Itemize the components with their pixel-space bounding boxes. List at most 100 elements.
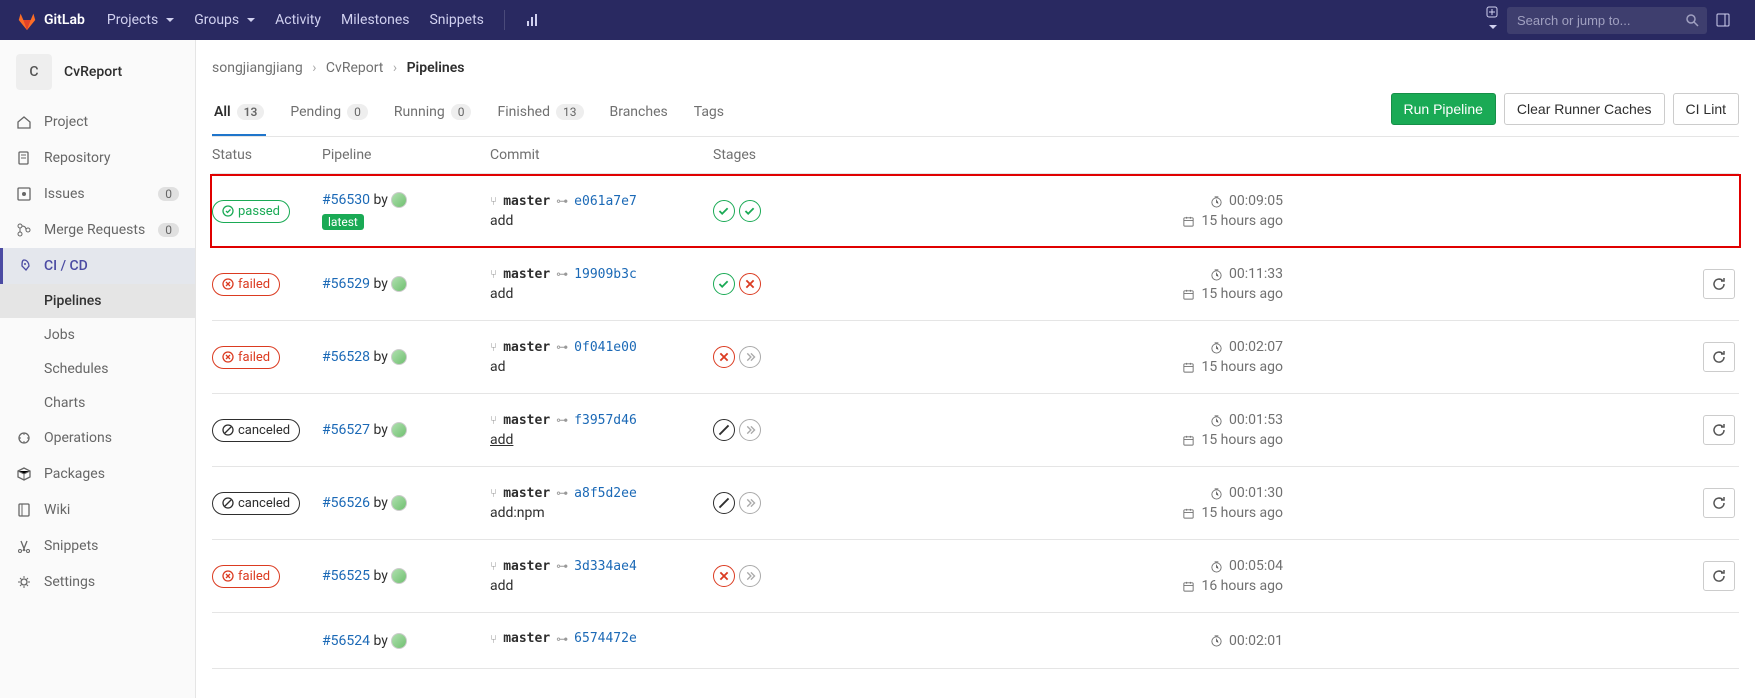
branch-name[interactable]: master bbox=[503, 631, 550, 646]
stage-skipped-icon[interactable] bbox=[739, 565, 761, 587]
commit-sha-link[interactable]: 0f041e00 bbox=[574, 340, 637, 355]
table-header: Status Pipeline Commit Stages bbox=[212, 137, 1739, 174]
stage-passed-icon[interactable] bbox=[713, 200, 735, 222]
clear-caches-button[interactable]: Clear Runner Caches bbox=[1504, 93, 1665, 125]
stage-canceled-icon[interactable] bbox=[713, 492, 735, 514]
stage-canceled-icon[interactable] bbox=[713, 419, 735, 441]
branch-name[interactable]: master bbox=[503, 413, 550, 428]
merge-icon bbox=[16, 222, 32, 238]
pipeline-id-link[interactable]: #56529 bbox=[322, 276, 370, 292]
retry-button[interactable] bbox=[1703, 269, 1735, 299]
commit-message[interactable]: ad bbox=[490, 359, 713, 375]
branch-name[interactable]: master bbox=[503, 340, 550, 355]
branch-name[interactable]: master bbox=[503, 559, 550, 574]
stage-skipped-icon[interactable] bbox=[739, 492, 761, 514]
breadcrumb-part-1[interactable]: CvReport bbox=[326, 60, 383, 76]
pipeline-id-link[interactable]: #56524 bbox=[322, 633, 370, 649]
commit-sha-link[interactable]: f3957d46 bbox=[574, 413, 637, 428]
search-input[interactable] bbox=[1507, 7, 1707, 34]
nav-groups[interactable]: Groups bbox=[184, 0, 265, 40]
sidebar-item-snippets[interactable]: Snippets bbox=[0, 528, 195, 564]
author-avatar[interactable] bbox=[391, 568, 407, 584]
status-badge-failed[interactable]: failed bbox=[212, 346, 280, 369]
stage-skipped-icon[interactable] bbox=[739, 419, 761, 441]
home-icon bbox=[16, 114, 32, 130]
nav-projects[interactable]: Projects bbox=[97, 0, 184, 40]
author-avatar[interactable] bbox=[391, 192, 407, 208]
status-badge-canceled[interactable]: canceled bbox=[212, 492, 300, 515]
sidebar-item-issues[interactable]: Issues0 bbox=[0, 176, 195, 212]
sidebar-toggle-icon[interactable] bbox=[1707, 12, 1739, 28]
commit-sha-link[interactable]: a8f5d2ee bbox=[574, 486, 637, 501]
breadcrumb-part-0[interactable]: songjiangjiang bbox=[212, 60, 303, 76]
status-badge-failed[interactable]: failed bbox=[212, 565, 280, 588]
sidebar-item-ci-cd[interactable]: CI / CD bbox=[0, 248, 195, 284]
tab-all[interactable]: All13 bbox=[212, 90, 266, 136]
sidebar-project-header[interactable]: C CvReport bbox=[0, 40, 195, 104]
ci-lint-button[interactable]: CI Lint bbox=[1673, 93, 1739, 125]
tab-running[interactable]: Running0 bbox=[392, 90, 474, 136]
commit-message[interactable]: add bbox=[490, 213, 713, 229]
stage-passed-icon[interactable] bbox=[713, 273, 735, 295]
nav-activity[interactable]: Activity bbox=[265, 0, 331, 40]
pipeline-id-link[interactable]: #56528 bbox=[322, 349, 370, 365]
branch-name[interactable]: master bbox=[503, 194, 550, 209]
stage-failed-icon[interactable] bbox=[713, 346, 735, 368]
pipeline-id-link[interactable]: #56530 bbox=[322, 192, 370, 208]
commit-sha-link[interactable]: e061a7e7 bbox=[574, 194, 637, 209]
stage-passed-icon[interactable] bbox=[739, 200, 761, 222]
branch-icon: ⑂ bbox=[490, 267, 497, 281]
sidebar-item-project[interactable]: Project bbox=[0, 104, 195, 140]
sidebar-subitem-charts[interactable]: Charts bbox=[0, 386, 195, 420]
calendar-icon bbox=[1182, 434, 1195, 447]
author-avatar[interactable] bbox=[391, 422, 407, 438]
author-avatar[interactable] bbox=[391, 276, 407, 292]
sidebar-subitem-pipelines[interactable]: Pipelines bbox=[0, 284, 195, 318]
tab-tags[interactable]: Tags bbox=[692, 90, 726, 136]
sidebar-item-repository[interactable]: Repository bbox=[0, 140, 195, 176]
sidebar-item-merge-requests[interactable]: Merge Requests0 bbox=[0, 212, 195, 248]
tab-branches[interactable]: Branches bbox=[608, 90, 670, 136]
status-badge-canceled[interactable]: canceled bbox=[212, 419, 300, 442]
author-avatar[interactable] bbox=[391, 349, 407, 365]
retry-button[interactable] bbox=[1703, 415, 1735, 445]
ops-icon bbox=[16, 430, 32, 446]
tab-finished[interactable]: Finished13 bbox=[495, 90, 585, 136]
nav-charts-icon[interactable] bbox=[515, 0, 551, 40]
search-icon[interactable] bbox=[1685, 13, 1699, 27]
sidebar-item-wiki[interactable]: Wiki bbox=[0, 492, 195, 528]
tab-pending[interactable]: Pending0 bbox=[288, 90, 370, 136]
commit-message[interactable]: add bbox=[490, 578, 713, 594]
retry-button[interactable] bbox=[1703, 488, 1735, 518]
nav-milestones[interactable]: Milestones bbox=[331, 0, 420, 40]
retry-button[interactable] bbox=[1703, 342, 1735, 372]
pipeline-id-link[interactable]: #56525 bbox=[322, 568, 370, 584]
author-avatar[interactable] bbox=[391, 495, 407, 511]
status-badge-failed[interactable]: failed bbox=[212, 273, 280, 296]
nav-snippets[interactable]: Snippets bbox=[419, 0, 493, 40]
stage-failed-icon[interactable] bbox=[739, 273, 761, 295]
sidebar-item-packages[interactable]: Packages bbox=[0, 456, 195, 492]
commit-message[interactable]: add bbox=[490, 432, 713, 448]
run-pipeline-button[interactable]: Run Pipeline bbox=[1391, 93, 1496, 125]
stage-failed-icon[interactable] bbox=[713, 565, 735, 587]
sidebar-item-operations[interactable]: Operations bbox=[0, 420, 195, 456]
commit-sha-link[interactable]: 6574472e bbox=[574, 631, 637, 646]
plus-menu[interactable] bbox=[1477, 5, 1507, 35]
pipeline-id-link[interactable]: #56526 bbox=[322, 495, 370, 511]
commit-sha-link[interactable]: 3d334ae4 bbox=[574, 559, 637, 574]
author-avatar[interactable] bbox=[391, 633, 407, 649]
branch-name[interactable]: master bbox=[503, 267, 550, 282]
sidebar-subitem-jobs[interactable]: Jobs bbox=[0, 318, 195, 352]
commit-message[interactable]: add bbox=[490, 286, 713, 302]
retry-button[interactable] bbox=[1703, 561, 1735, 591]
stage-skipped-icon[interactable] bbox=[739, 346, 761, 368]
branch-name[interactable]: master bbox=[503, 486, 550, 501]
commit-sha-link[interactable]: 19909b3c bbox=[574, 267, 637, 282]
gitlab-logo[interactable]: GitLab bbox=[16, 9, 85, 31]
commit-message[interactable]: add:npm bbox=[490, 505, 713, 521]
status-badge-passed[interactable]: passed bbox=[212, 200, 290, 223]
sidebar-subitem-schedules[interactable]: Schedules bbox=[0, 352, 195, 386]
sidebar-item-settings[interactable]: Settings bbox=[0, 564, 195, 600]
pipeline-id-link[interactable]: #56527 bbox=[322, 422, 370, 438]
